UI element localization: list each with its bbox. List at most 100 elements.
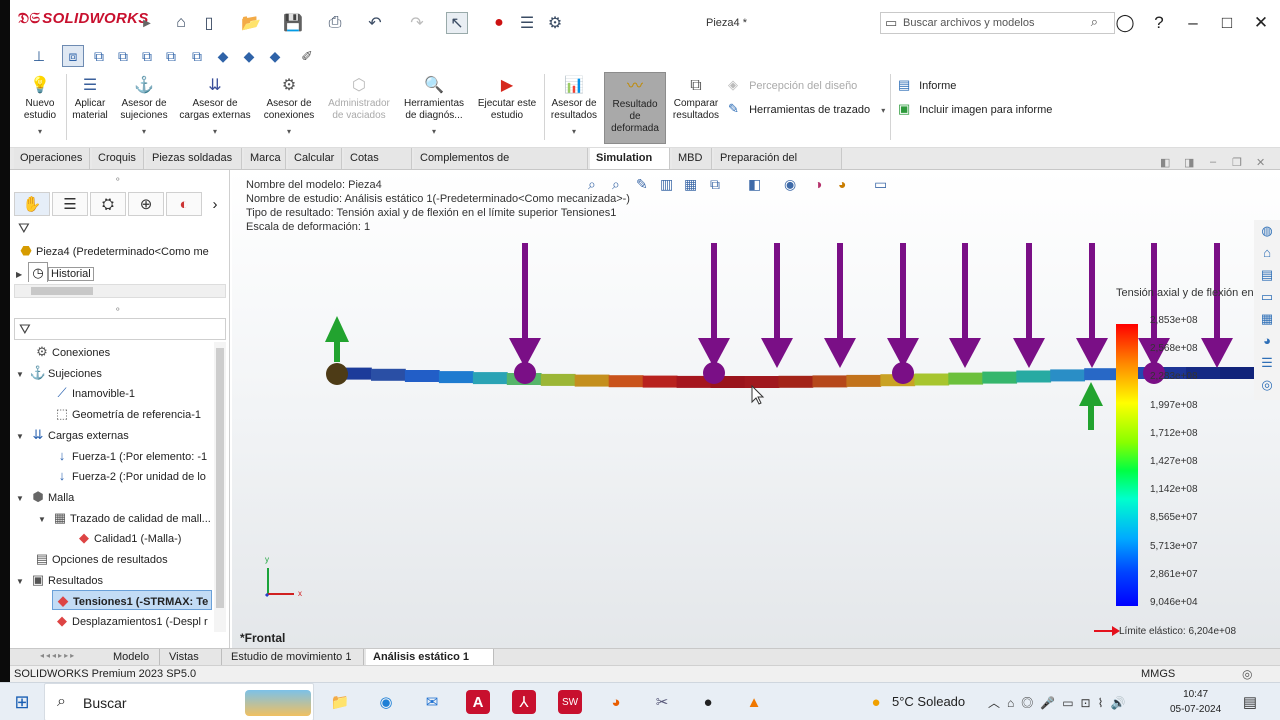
tab-operaciones[interactable]: Operaciones: [14, 148, 90, 169]
autocad-icon[interactable]: A: [466, 690, 490, 714]
isometric-view-icon[interactable]: ◆: [212, 45, 234, 67]
fixtures-advisor-button[interactable]: ⚓ Asesor de sujeciones ▾: [116, 76, 172, 138]
bottom-tab-an-lisis-est-tico-1[interactable]: Análisis estático 1: [366, 649, 494, 665]
notifications-icon[interactable]: ▤: [1238, 690, 1262, 714]
solidworks-resources-icon[interactable]: ◍: [1254, 220, 1280, 242]
tab-complementos-de-solidworks[interactable]: Complementos de SOLIDWORKS: [414, 148, 588, 184]
open-folder-icon[interactable]: 📂: [240, 12, 262, 34]
weather-text[interactable]: 5°C Soleado: [892, 694, 965, 709]
tile-left-icon[interactable]: ◧: [1160, 156, 1170, 169]
results-advisor-button[interactable]: 📊 Asesor de resultados ▾: [546, 76, 602, 138]
plot-tools-button[interactable]: ✎ Herramientas de trazado ▾: [728, 100, 885, 118]
chevron-down-icon[interactable]: ▾: [546, 126, 602, 138]
dimetric-view-icon[interactable]: ◆: [264, 45, 286, 67]
bottom-tab-modelo[interactable]: Modelo: [106, 649, 160, 665]
select-pointer-icon[interactable]: ↖: [446, 12, 468, 34]
system-tray-icons[interactable]: ︿⌂◎🎤▭⊡⌇🔊: [988, 694, 1132, 711]
scrollbar-thumb[interactable]: [216, 348, 224, 608]
tree-item[interactable]: ▼ ▦ Trazado de calidad de mall...: [38, 508, 212, 528]
diagnostic-tools-button[interactable]: 🔍 Herramientas de diagnós... ▾: [400, 76, 468, 138]
expand-toggle-icon[interactable]: ▼: [16, 427, 28, 445]
chevron-down-icon[interactable]: ▾: [881, 106, 885, 115]
feature-tree-tab-icon[interactable]: ✋: [14, 192, 50, 216]
chevron-down-icon[interactable]: ▾: [176, 126, 254, 138]
appearances-icon[interactable]: ◕: [1254, 330, 1280, 352]
tab-marca[interactable]: Marca: [244, 148, 286, 169]
expand-toggle-icon[interactable]: ▼: [16, 572, 28, 590]
acrobat-icon[interactable]: ⅄: [512, 690, 536, 714]
solidworks-logo[interactable]: 𝔇𝔖 SOLIDWORKS: [18, 10, 149, 27]
tab-piezas-soldadas[interactable]: Piezas soldadas: [146, 148, 242, 169]
expand-toggle-icon[interactable]: ▼: [16, 489, 28, 507]
sketch-tool-icon[interactable]: ✐: [296, 45, 318, 67]
tree-item[interactable]: ⬚ Geometría de referencia-1: [52, 404, 212, 424]
front-view-icon[interactable]: ⧉: [88, 45, 110, 67]
report-button[interactable]: ▤ Informe: [898, 76, 956, 94]
tab-calcular[interactable]: Calcular: [288, 148, 342, 169]
snipping-tool-icon[interactable]: ✂: [650, 690, 674, 714]
folder-icon[interactable]: ▭: [1254, 286, 1280, 308]
panel-splitter-handle[interactable]: ⚬: [114, 304, 122, 315]
shell-manager-button[interactable]: ⬡ Administrador de vaciados: [324, 76, 394, 122]
tab-preparaci-n-del-an-lisis[interactable]: Preparación del análisis: [714, 148, 842, 184]
tree-item[interactable]: ▼ ⚓ Sujeciones: [16, 363, 212, 383]
design-insight-button[interactable]: ◈ Percepción del diseño: [728, 76, 857, 94]
tree-item[interactable]: ▼ ⇊ Cargas externas: [16, 425, 212, 445]
display-manager-tab-icon[interactable]: ◐: [166, 192, 202, 216]
tree-item[interactable]: ↓ Fuerza-1 (:Por elemento: -1: [52, 446, 212, 466]
tile-right-icon[interactable]: ◨: [1184, 156, 1194, 169]
expand-menu-icon[interactable]: ▶: [136, 12, 158, 34]
view-palette-icon[interactable]: ▦: [1254, 308, 1280, 330]
tree-filter-input[interactable]: ⛛: [14, 318, 226, 340]
viewport-minimize-icon[interactable]: –: [1210, 156, 1216, 168]
tab-mbd[interactable]: MBD: [672, 148, 712, 169]
chevron-down-icon[interactable]: ▾: [400, 126, 468, 138]
tree-item[interactable]: ◆ Desplazamientos1 (-Despl r: [52, 611, 212, 631]
trimetric-view-icon[interactable]: ◆: [238, 45, 260, 67]
new-document-icon[interactable]: ▯: [198, 12, 220, 34]
obs-icon[interactable]: ●: [696, 690, 720, 714]
tab-croquis[interactable]: Croquis: [92, 148, 144, 169]
undo-icon[interactable]: ↶: [364, 12, 386, 34]
expand-toggle-icon[interactable]: ▼: [38, 510, 50, 528]
include-image-button[interactable]: ▣ Incluir imagen para informe: [898, 100, 1052, 118]
filter-icon[interactable]: ⛛: [19, 321, 31, 338]
chevron-down-icon[interactable]: ▾: [116, 126, 172, 138]
tree-item[interactable]: ▼ ⬢ Malla: [16, 487, 212, 507]
save-icon[interactable]: 💾: [282, 12, 304, 34]
filter-icon[interactable]: ⛛: [18, 220, 30, 237]
user-account-icon[interactable]: ◯: [1112, 10, 1138, 36]
vertical-scrollbar[interactable]: [214, 342, 226, 632]
file-properties-icon[interactable]: ☰: [516, 12, 538, 34]
viewport-restore-icon[interactable]: ❐: [1232, 156, 1242, 169]
tree-item[interactable]: ⚙ Conexiones: [32, 342, 212, 362]
dimxpert-tab-icon[interactable]: ⊕: [128, 192, 164, 216]
options-gear-icon[interactable]: ⚙: [544, 12, 566, 34]
part-root-item[interactable]: ⬣ Pieza4 (Predeterminado<Como me: [16, 241, 226, 261]
minimize-icon[interactable]: –: [1180, 10, 1206, 36]
bottom-tab-estudio-de-movimiento-1[interactable]: Estudio de movimiento 1: [224, 649, 364, 665]
design-library-icon[interactable]: ⌂: [1254, 242, 1280, 264]
left-view-icon[interactable]: ⧉: [136, 45, 158, 67]
chevron-down-icon[interactable]: ▾: [18, 126, 62, 138]
print-icon[interactable]: ⎙: [324, 12, 346, 34]
connections-advisor-button[interactable]: ⚙ Asesor de conexiones ▾: [258, 76, 320, 138]
tree-item[interactable]: ◆ Calidad1 (-Malla-): [74, 528, 212, 548]
apply-material-button[interactable]: ☰ Aplicar material: [68, 76, 112, 122]
back-view-icon[interactable]: ⧉: [112, 45, 134, 67]
deformed-result-button[interactable]: 〰 Resultado de deformada: [604, 72, 666, 144]
taskbar-search-input[interactable]: ⌕ Buscar: [44, 683, 314, 720]
redo-icon[interactable]: ↷: [406, 12, 428, 34]
close-icon[interactable]: ✕: [1248, 10, 1274, 36]
help-icon[interactable]: ?: [1146, 10, 1172, 36]
file-explorer-icon[interactable]: 📁: [328, 690, 352, 714]
taskbar-clock[interactable]: 10:47 05-07-2024: [1170, 687, 1221, 717]
compare-results-button[interactable]: ⧉ Comparar resultados: [668, 76, 724, 122]
run-study-button[interactable]: ▶ Ejecutar este estudio: [474, 76, 540, 122]
tree-item[interactable]: ▼ ▣ Resultados: [16, 570, 212, 590]
tab-simulation[interactable]: Simulation: [590, 148, 670, 169]
model-viewport[interactable]: y x: [232, 170, 1254, 648]
file-explorer-icon[interactable]: ▤: [1254, 264, 1280, 286]
tree-item[interactable]: ▤ Opciones de resultados: [32, 549, 212, 569]
viewport-close-icon[interactable]: ✕: [1256, 156, 1265, 169]
